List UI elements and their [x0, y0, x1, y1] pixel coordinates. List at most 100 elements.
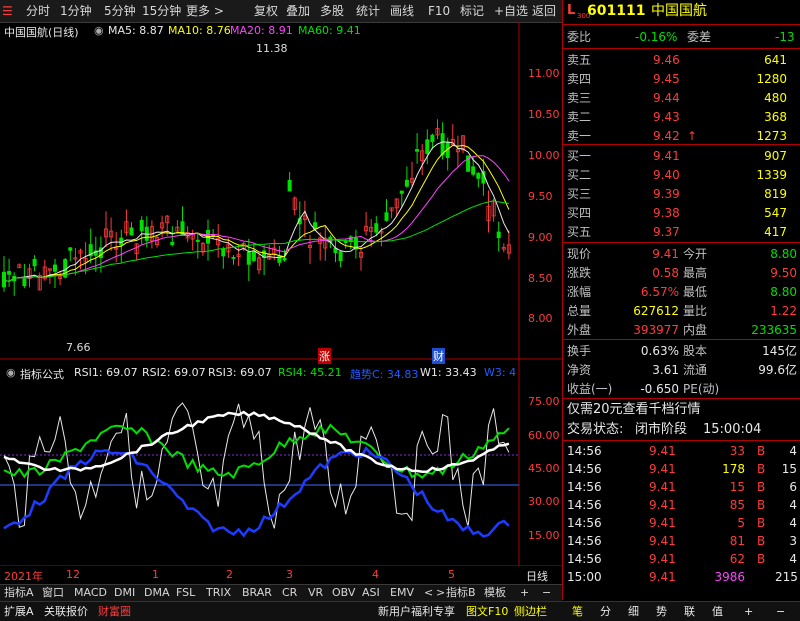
ask-price: 9.45: [653, 72, 680, 86]
f10-button[interactable]: F10: [428, 3, 450, 19]
bid-row[interactable]: 买五 9.37 417: [563, 223, 800, 241]
tab-macd[interactable]: MACD: [74, 586, 107, 600]
menu-icon[interactable]: ☰: [2, 3, 13, 19]
link-icon[interactable]: 联: [684, 604, 695, 619]
add-watchlist-button[interactable]: +自选: [494, 3, 528, 19]
quote-row: 外盘 393977 内盘 233635: [563, 321, 800, 339]
ask-volume: 1280: [756, 72, 787, 86]
tab-fsl[interactable]: FSL: [176, 586, 195, 600]
chart-area[interactable]: 中国国航(日线) ◉ MA5: 8.87 MA10: 8.76 MA20: 8.…: [0, 22, 562, 583]
tab-dma[interactable]: DMA: [144, 586, 170, 600]
tab-indicator-b[interactable]: 指标B: [446, 586, 476, 600]
tab-cr[interactable]: CR: [282, 586, 297, 600]
zoom-in-icon[interactable]: +: [744, 604, 753, 619]
tabs-scroll-left[interactable]: <: [424, 586, 433, 600]
tick-count: 3: [789, 534, 797, 548]
draw-line-button[interactable]: 画线: [390, 3, 414, 19]
bid-row[interactable]: 买四 9.38 547: [563, 204, 800, 222]
tab-emv[interactable]: EMV: [390, 586, 414, 600]
tab-window[interactable]: 窗口: [42, 586, 64, 600]
bid-row[interactable]: 买三 9.39 819: [563, 185, 800, 203]
tab-dmi[interactable]: DMI: [114, 586, 135, 600]
fundamental-row: 净资 3.61 流通 99.6亿: [563, 361, 800, 379]
detail-icon[interactable]: 细: [628, 604, 639, 619]
plus-icon[interactable]: +: [520, 586, 529, 600]
tick-volume: 33: [729, 444, 745, 458]
fundamental-value: 145亿: [762, 344, 797, 358]
split-icon[interactable]: 分: [600, 604, 611, 619]
tab-brar[interactable]: BRAR: [242, 586, 272, 600]
ma5-label: MA5: 8.87: [108, 24, 164, 37]
tab-obv[interactable]: OBV: [332, 586, 355, 600]
candle-body: [404, 179, 409, 187]
overlay-button[interactable]: 叠加: [286, 3, 310, 19]
stock-header: L 300 601111 中国国航: [563, 2, 800, 22]
ask-label: 卖四: [567, 72, 592, 86]
ask-label: 卖一: [567, 129, 592, 143]
tick-row: 14:56 9.41 15 B 6: [563, 478, 800, 496]
tick-price: 9.41: [649, 552, 676, 566]
mark-button[interactable]: 标记: [460, 3, 484, 19]
tab-15min[interactable]: 15分钟: [142, 3, 181, 19]
value-icon[interactable]: 值: [712, 604, 723, 619]
tick-volume: 15: [729, 480, 745, 494]
sidebar-toggle[interactable]: 侧边栏: [514, 604, 547, 619]
limit-up-marker[interactable]: 涨: [318, 348, 331, 364]
ask-row[interactable]: 卖三 9.44 480: [563, 89, 800, 107]
ask-row[interactable]: 卖一 9.42 ↑ 1273: [563, 127, 800, 145]
tab-trix[interactable]: TRIX: [206, 586, 231, 600]
fundamental-label: 换手: [567, 344, 592, 358]
zoom-out-icon[interactable]: −: [776, 604, 785, 619]
ask-row[interactable]: 卖四 9.45 1280: [563, 70, 800, 88]
candle-body: [139, 220, 144, 232]
bid-row[interactable]: 买一 9.41 907: [563, 147, 800, 165]
tick-time: 14:56: [567, 516, 602, 530]
financial-report-marker[interactable]: 财: [432, 348, 445, 364]
restore-rights-button[interactable]: 复权: [254, 3, 278, 19]
minus-icon[interactable]: −: [542, 586, 551, 600]
tick-price: 9.41: [649, 480, 676, 494]
tick-side: B: [757, 516, 766, 530]
back-button[interactable]: 返回: [532, 3, 556, 19]
tab-5min[interactable]: 5分钟: [104, 3, 136, 19]
candle-body: [471, 166, 476, 175]
tab-indicator-a[interactable]: 指标A: [4, 586, 34, 600]
multi-stock-button[interactable]: 多股: [320, 3, 344, 19]
tab-asi[interactable]: ASI: [362, 586, 380, 600]
more-button[interactable]: 更多 >: [186, 3, 224, 19]
promo-row[interactable]: 仅需20元查看千档行情: [563, 401, 800, 419]
related-quotes-button[interactable]: 关联报价: [44, 604, 88, 619]
new-user-promo[interactable]: 新用户福利专享: [378, 604, 455, 619]
bid-row[interactable]: 买二 9.40 1339: [563, 166, 800, 184]
tabs-scroll-right[interactable]: >: [436, 586, 445, 600]
expand-button[interactable]: 扩展A: [4, 604, 34, 619]
low-price-label: 7.66: [66, 341, 91, 354]
kline-chart-svg[interactable]: [0, 22, 562, 566]
bid-volume: 417: [764, 225, 787, 239]
tab-template[interactable]: 模板: [484, 586, 506, 600]
tab-1min[interactable]: 1分钟: [60, 3, 92, 19]
trend-icon[interactable]: 势: [656, 604, 667, 619]
period-label[interactable]: 日线: [526, 568, 548, 584]
ask-row[interactable]: 卖二 9.43 368: [563, 108, 800, 126]
settings-icon[interactable]: ◉: [94, 24, 104, 37]
quote-label: 总量: [567, 304, 592, 318]
tab-vr[interactable]: VR: [308, 586, 323, 600]
trade-status-label: 交易状态:: [567, 422, 624, 437]
indicator-settings-icon[interactable]: ◉: [6, 366, 16, 379]
tick-price: 9.41: [649, 444, 676, 458]
pen-icon[interactable]: 笔: [572, 604, 583, 619]
ma5-line: [3, 141, 510, 282]
promo-text[interactable]: 仅需20元查看千档行情: [567, 401, 701, 419]
y-tick: 11.00: [528, 67, 560, 80]
tick-count: 15: [781, 462, 797, 476]
wealth-circle-button[interactable]: 财富圈: [98, 604, 131, 619]
ma10-line: [3, 144, 510, 282]
ma10-label: MA10: 8.76: [168, 24, 231, 37]
ask-row[interactable]: 卖五 9.46 641: [563, 51, 800, 69]
statistics-button[interactable]: 统计: [356, 3, 380, 19]
indicator-y-tick: 15.00: [528, 529, 560, 542]
f10-graphic-button[interactable]: 图文F10: [466, 604, 508, 619]
tick-count: 4: [789, 498, 797, 512]
tab-intraday[interactable]: 分时: [26, 3, 50, 19]
